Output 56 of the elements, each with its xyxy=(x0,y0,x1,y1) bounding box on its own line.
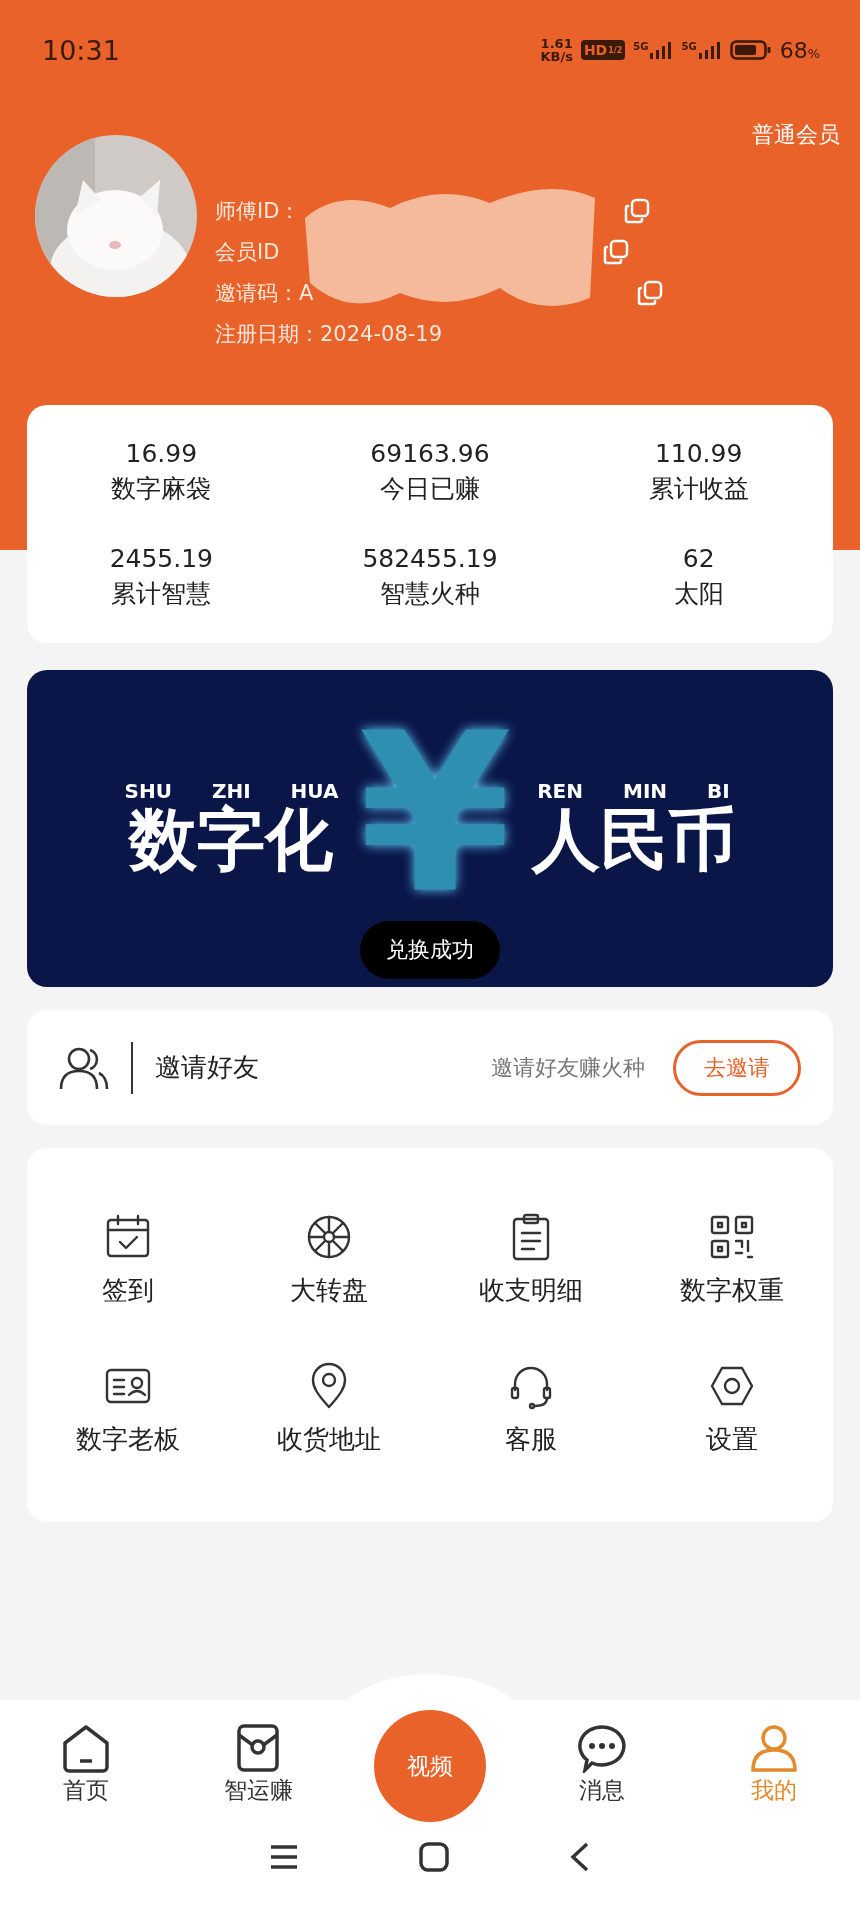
feature-item[interactable]: 数字老板 xyxy=(27,1335,229,1484)
stat-label: 今日已赚 xyxy=(380,472,480,505)
tab-item[interactable]: 消息 xyxy=(516,1723,688,1806)
net-speed-unit: KB/s xyxy=(540,50,573,63)
feature-item[interactable]: 设置 xyxy=(631,1335,833,1484)
network-type: 5G xyxy=(681,41,697,52)
stat-label: 累计智慧 xyxy=(111,577,212,610)
chat-icon xyxy=(577,1723,627,1773)
pinyin-text: SHU xyxy=(124,779,172,804)
feature-item[interactable]: 收货地址 xyxy=(228,1335,430,1484)
profile-field: 师傅ID： xyxy=(215,197,301,225)
battery-percent: 68 xyxy=(779,37,808,63)
battery-icon xyxy=(729,39,772,61)
feature-item[interactable]: 数字权重 xyxy=(631,1186,833,1335)
profile-field: 邀请码：A xyxy=(215,279,314,307)
profile-field: 会员ID xyxy=(215,238,280,266)
network-type: 5G xyxy=(633,41,649,52)
person-icon xyxy=(749,1723,799,1773)
pinyin-text: ZHI xyxy=(211,779,251,804)
profile-field: 注册日期：2024-08-19 xyxy=(215,320,443,348)
stat-value: 582455.19 xyxy=(362,543,498,573)
pinyin-text: REN xyxy=(537,779,583,804)
stat-value: 110.99 xyxy=(654,438,743,468)
percent-sign: % xyxy=(807,45,820,61)
feature-item[interactable]: 签到 xyxy=(27,1186,229,1335)
stat-value: 2455.19 xyxy=(109,543,213,573)
clock: 10:31 xyxy=(42,34,121,66)
invite-title: 邀请好友 xyxy=(155,1051,259,1084)
banner-title: 数字化 xyxy=(129,803,334,878)
banner-title: 人民币 xyxy=(531,803,736,878)
stat-label: 累计收益 xyxy=(648,472,749,505)
toast-message: 兑换成功 xyxy=(360,921,500,979)
menu-icon xyxy=(269,1844,299,1870)
tab-item[interactable]: 首页 xyxy=(0,1723,172,1806)
stat-value: 69163.96 xyxy=(370,438,490,468)
tab-item[interactable]: 智运赚 xyxy=(172,1723,344,1806)
stat-value: 16.99 xyxy=(125,438,198,468)
member-level: 普通会员 xyxy=(752,121,840,149)
signal-icon xyxy=(649,41,674,59)
home-square-icon xyxy=(419,1842,449,1872)
yuan-sign: ¥ xyxy=(358,703,512,924)
feature-item[interactable]: 大转盘 xyxy=(228,1186,430,1335)
signal-icon xyxy=(697,41,722,59)
net-speed: 1.61 xyxy=(540,37,573,50)
home-icon xyxy=(61,1723,111,1773)
back-icon xyxy=(569,1841,591,1873)
feature-item[interactable]: 客服 xyxy=(430,1335,632,1484)
pinyin-text: MIN xyxy=(623,779,668,804)
invite-hint: 邀请好友赚火种 xyxy=(490,1053,646,1082)
stat-label: 智慧火种 xyxy=(380,577,480,610)
pinyin-text: BI xyxy=(707,779,730,804)
pinyin-text: HUA xyxy=(290,779,339,804)
stat-label: 太阳 xyxy=(673,577,724,610)
feature-item[interactable]: 收支明细 xyxy=(430,1186,632,1335)
stat-value: 62 xyxy=(682,543,715,573)
stat-label: 数字麻袋 xyxy=(111,472,212,505)
